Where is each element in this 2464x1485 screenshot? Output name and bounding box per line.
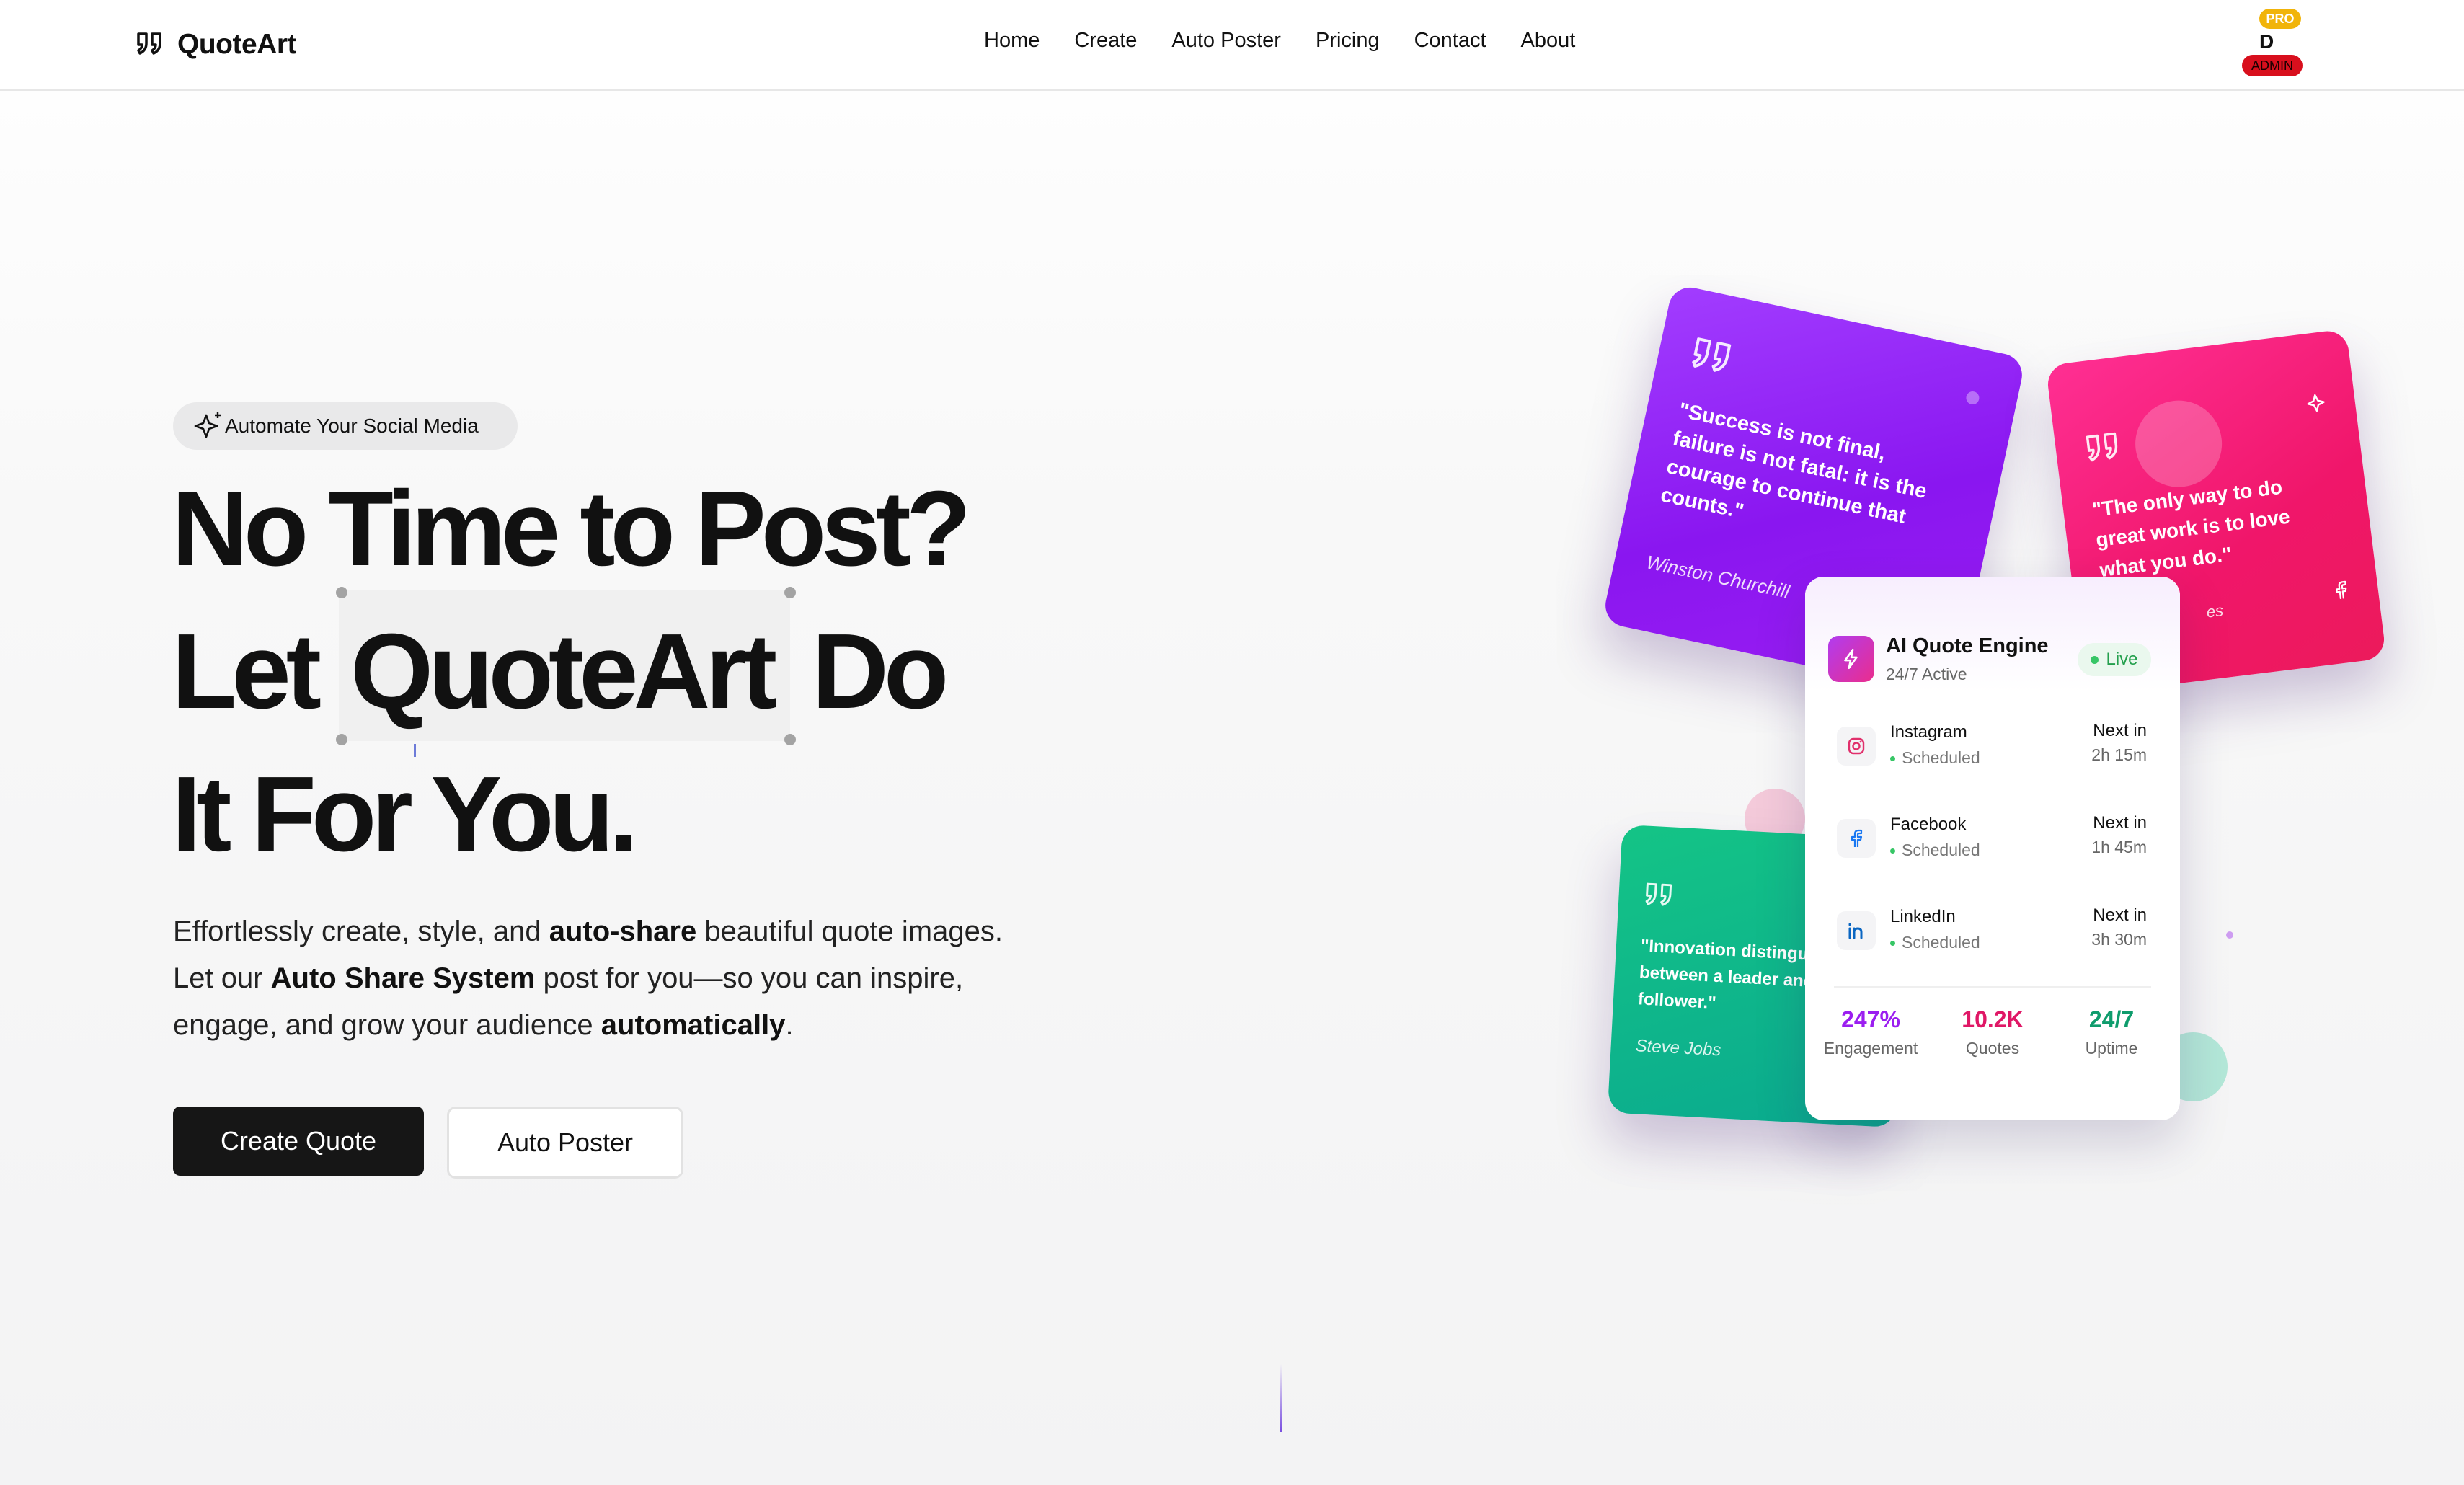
headline-line-1: No Time to Post?: [172, 469, 971, 588]
stat-quotes: 10.2K Quotes: [1931, 1006, 2054, 1058]
desc-text: Let our: [173, 962, 271, 994]
stat-value: 10.2K: [1962, 1006, 2024, 1032]
nav-link-pricing[interactable]: Pricing: [1316, 29, 1380, 53]
quote-text: "Success is not final, failure is not fa…: [1658, 399, 1929, 528]
divider-line: [1280, 1364, 1282, 1432]
quote-author: Steve Jobs: [1634, 1036, 1721, 1060]
headline-do: Do: [812, 612, 949, 731]
brand-logo[interactable]: QuoteArt: [134, 25, 297, 65]
next-label: Next in: [2093, 905, 2147, 925]
top-navbar: QuoteArt Home Create Auto Poster Pricing…: [0, 0, 2464, 91]
schedule-status-text: Scheduled: [1902, 933, 1980, 952]
schedule-status: Scheduled: [1890, 841, 1980, 860]
headline-line-3: It For You.: [172, 755, 639, 874]
user-initial: D: [2259, 30, 2274, 53]
selection-handle[interactable]: [336, 734, 347, 745]
linkedin-icon: [1837, 911, 1876, 950]
engine-title: AI Quote Engine: [1886, 634, 2049, 657]
live-label: Live: [2106, 650, 2138, 669]
stat-label: Engagement: [1823, 1039, 1918, 1058]
sparkle-icon: [194, 412, 221, 438]
selection-handle[interactable]: [784, 734, 796, 745]
stat-value: 24/7: [2088, 1006, 2135, 1032]
quote-logo-icon: [137, 32, 161, 55]
live-status-badge: Live: [2078, 643, 2151, 676]
sparkle-icon: [2307, 394, 2325, 412]
desc-text: Effortlessly create, style, and: [173, 916, 549, 947]
stat-label: Uptime: [2085, 1039, 2138, 1058]
headline-brand: QuoteArt: [350, 612, 777, 731]
desc-text: .: [785, 1009, 794, 1041]
hero-eyebrow-badge: Automate Your Social Media: [173, 402, 518, 450]
schedule-status-text: Scheduled: [1902, 841, 1980, 859]
pro-badge: PRO: [2259, 9, 2301, 29]
auto-poster-button[interactable]: Auto Poster: [447, 1107, 683, 1179]
next-time: 2h 15m: [2091, 745, 2147, 764]
desc-text: post for you—so you can inspire,: [535, 962, 964, 994]
quote-mark-icon: [2086, 432, 2118, 462]
quote-mark-icon: [1645, 882, 1672, 906]
stat-uptime: 24/7 Uptime: [2050, 1006, 2173, 1058]
nav-link-auto-poster[interactable]: Auto Poster: [1171, 29, 1281, 53]
desc-bold: Auto Share System: [270, 962, 536, 994]
brand-name: QuoteArt: [177, 29, 297, 60]
selection-handle[interactable]: [336, 587, 347, 598]
create-quote-button[interactable]: Create Quote: [173, 1107, 424, 1176]
schedule-status-text: Scheduled: [1902, 748, 1980, 767]
schedule-status: Scheduled: [1890, 933, 1980, 952]
user-avatar[interactable]: PRO D ADMIN: [2239, 9, 2303, 78]
stat-label: Quotes: [1965, 1039, 2020, 1058]
main-menu: Home Create Auto Poster Pricing Contact …: [984, 29, 1610, 53]
platform-name: LinkedIn: [1890, 907, 1956, 926]
desc-text: engage, and grow your audience: [173, 1009, 601, 1041]
live-dot: [2091, 655, 2099, 664]
ai-quote-engine-panel: AI Quote Engine 24/7 Active Live Instagr…: [1805, 577, 2180, 1120]
nav-link-about[interactable]: About: [1521, 29, 1576, 53]
next-label: Next in: [2093, 813, 2147, 833]
card-bubble: [2130, 395, 2227, 492]
decorative-dot-purple: [2226, 931, 2233, 939]
quote-text: "The only way to do great work is to lov…: [2091, 475, 2292, 582]
desc-bold: automatically: [601, 1009, 786, 1041]
headline-let: Let: [172, 612, 322, 731]
quote-author: es: [2205, 600, 2225, 621]
quote-mark-icon: [1692, 337, 1732, 372]
desc-bold: auto-share: [549, 916, 697, 947]
schedule-row-linkedin[interactable]: LinkedIn Scheduled Next in 3h 30m: [1834, 903, 2151, 967]
platform-name: Instagram: [1890, 722, 1967, 742]
eyebrow-label: Automate Your Social Media: [225, 415, 479, 437]
quote-author: Winston Churchill: [1644, 551, 1792, 603]
next-time: 3h 30m: [2091, 930, 2147, 949]
nav-link-home[interactable]: Home: [984, 29, 1040, 53]
selection-handle[interactable]: [784, 587, 796, 598]
stat-engagement: 247% Engagement: [1809, 1006, 1932, 1058]
next-label: Next in: [2093, 721, 2147, 740]
schedule-row-instagram[interactable]: Instagram Scheduled Next in 2h 15m: [1834, 718, 2151, 783]
panel-divider: [1834, 986, 2151, 988]
next-time: 1h 45m: [2091, 838, 2147, 856]
card-dot: [1964, 390, 1981, 406]
desc-text: beautiful quote images.: [696, 916, 1003, 947]
stat-value: 247%: [1841, 1006, 1900, 1032]
nav-link-create[interactable]: Create: [1074, 29, 1137, 53]
schedule-status: Scheduled: [1890, 748, 1980, 768]
facebook-icon: [2336, 580, 2347, 599]
instagram-icon: [1837, 727, 1876, 766]
engine-subtitle: 24/7 Active: [1886, 665, 1967, 683]
facebook-icon: [1837, 819, 1876, 858]
lightning-icon: [1828, 636, 1874, 682]
hero-description: Effortlessly create, style, and auto-sha…: [173, 908, 1067, 1049]
platform-name: Facebook: [1890, 815, 1967, 834]
schedule-row-facebook[interactable]: Facebook Scheduled Next in 1h 45m: [1834, 810, 2151, 875]
admin-badge: ADMIN: [2242, 55, 2303, 76]
nav-link-contact[interactable]: Contact: [1414, 29, 1486, 53]
